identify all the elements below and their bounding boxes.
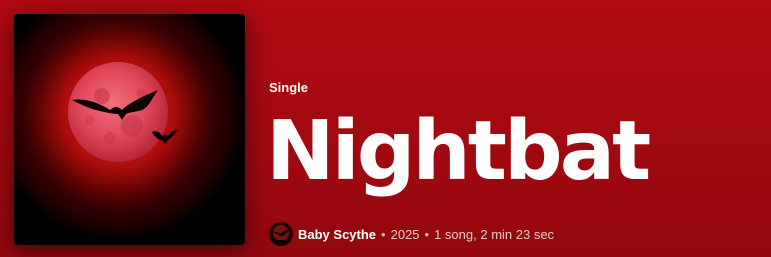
- album-header: Single Nightbat Baby Scythe • 2025 • 1 s…: [0, 0, 771, 257]
- meta-separator: •: [424, 226, 430, 242]
- artist-avatar-icon: [269, 222, 293, 246]
- release-year: 2025: [390, 226, 420, 242]
- album-info: Single Nightbat Baby Scythe • 2025 • 1 s…: [266, 0, 759, 257]
- blood-moon-bats-icon: [14, 14, 245, 245]
- track-summary: 1 song, 2 min 23 sec: [434, 226, 555, 242]
- album-cover-art[interactable]: [14, 14, 245, 245]
- artist-avatar[interactable]: [269, 222, 293, 246]
- artist-link[interactable]: Baby Scythe: [298, 227, 376, 242]
- release-type-label: Single: [269, 80, 309, 95]
- album-title: Nightbat: [266, 104, 651, 199]
- meta-separator: •: [381, 226, 386, 242]
- album-meta: Baby Scythe • 2025 • 1 song, 2 min 23 se…: [269, 222, 554, 246]
